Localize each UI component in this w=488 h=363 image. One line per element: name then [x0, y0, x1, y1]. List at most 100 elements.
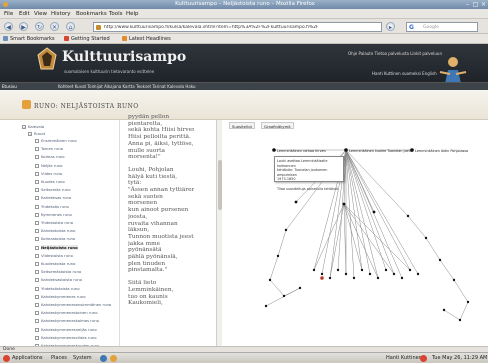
checkbox-icon[interactable] [35, 196, 39, 201]
checkbox-icon[interactable] [35, 204, 39, 209]
search-input[interactable]: G Google [406, 22, 478, 32]
graph-node[interactable] [368, 272, 372, 276]
expand-icon[interactable]: − [22, 125, 26, 129]
checkbox-icon[interactable] [35, 147, 39, 152]
graph-node[interactable] [442, 308, 446, 312]
tree-item[interactable]: Kahdeskymmenesneljäs runo [35, 327, 97, 334]
tab-graafinakyma[interactable]: Graafinäkymä [261, 122, 294, 129]
graph-node[interactable] [276, 254, 280, 258]
kulttuurisampo-logo-icon[interactable] [36, 47, 58, 71]
menu-edit[interactable]: Edit [19, 11, 30, 17]
checkbox-icon[interactable] [35, 155, 39, 160]
graph-node[interactable] [392, 272, 396, 276]
checkbox-icon[interactable] [35, 253, 39, 258]
tree-item[interactable]: Kuudestoista runo [35, 261, 75, 268]
checkbox-icon[interactable] [35, 286, 39, 291]
graph-node[interactable] [372, 210, 376, 214]
maximize-icon[interactable]: □ [472, 1, 479, 8]
forward-icon[interactable]: ▶ [19, 22, 28, 31]
graph-node[interactable] [282, 294, 286, 298]
graph-canvas[interactable]: Lemminkäinen rohtaa hirven Lemminkäinen k… [226, 120, 488, 346]
tree-item[interactable]: Kahdeskymmenes runo [35, 294, 86, 301]
tree-item[interactable]: Kahdeksas runo [35, 195, 71, 202]
menu-bookmarks[interactable]: Bookmarks [76, 11, 107, 17]
graph-node[interactable] [466, 300, 470, 304]
close-icon[interactable]: × [480, 1, 487, 8]
checkbox-icon[interactable] [35, 180, 39, 184]
taskbar-clock[interactable]: Tue May 26, 11:29 AM [432, 355, 487, 361]
bookmark-latest-headlines[interactable]: Latest Headlines [129, 36, 171, 42]
graph-node[interactable] [424, 236, 428, 240]
minimize-icon[interactable]: – [464, 1, 471, 8]
tree-item[interactable]: Kahdeskymmenesensimmäinen runo [35, 302, 111, 309]
bookmark-getting-started[interactable]: Getting Started [71, 36, 110, 42]
graph-node[interactable] [458, 318, 462, 322]
menu-view[interactable]: View [34, 11, 47, 17]
tree-item[interactable]: Kahdeskymmenesviides runo [35, 335, 97, 342]
checkbox-icon[interactable] [35, 270, 39, 275]
graph-node[interactable] [328, 276, 332, 280]
checkbox-icon[interactable] [35, 212, 39, 217]
tree-item[interactable]: Ensimmäinen runo [35, 138, 77, 145]
tree-item[interactable]: Kahdeksastoista runo [35, 277, 82, 284]
graph-node[interactable] [344, 272, 348, 276]
tree-item[interactable]: Yhdeksästoista runo [35, 286, 80, 293]
tree-root[interactable]: − Kalevala [22, 124, 44, 131]
checkbox-icon[interactable] [35, 294, 39, 299]
graph-node[interactable] [312, 268, 316, 272]
help-launcher-icon[interactable] [110, 355, 117, 362]
site-logo[interactable]: Kulttuurisampo [62, 49, 186, 65]
checkbox-icon[interactable] [35, 303, 39, 307]
menu-help[interactable]: Help [126, 11, 139, 17]
tree-item[interactable]: Kahdestoista runo [35, 228, 75, 235]
graph-node[interactable] [360, 268, 364, 272]
poem-scrollbar[interactable] [216, 120, 222, 346]
checkbox-icon[interactable] [35, 139, 39, 143]
nav-frontpage[interactable]: Etusivu [2, 84, 17, 89]
graph-node[interactable] [416, 272, 420, 276]
tree-item[interactable]: Kymmenes runo [35, 212, 72, 219]
graph-node[interactable] [408, 268, 412, 272]
graph-node[interactable] [376, 276, 380, 280]
graph-node[interactable] [452, 278, 456, 282]
back-icon[interactable]: ◀ [4, 22, 13, 31]
tree-item[interactable]: Viidestoista runo [35, 253, 73, 260]
bookmark-smart[interactable]: Smart Bookmarks [10, 36, 55, 42]
graph-node[interactable] [352, 276, 356, 280]
graph-node[interactable] [298, 286, 302, 290]
go-icon[interactable]: ▸ [386, 22, 395, 31]
checkbox-icon[interactable] [35, 221, 39, 225]
tree-item[interactable]: Neljästoista runo [35, 244, 78, 252]
graph-node[interactable] [320, 272, 324, 276]
graph-node[interactable] [284, 228, 288, 232]
checkbox-icon[interactable] [35, 327, 39, 332]
url-bar[interactable]: http://www.kulttuurisampo.fi/kulsa/kalev… [93, 22, 382, 32]
network-icon[interactable] [420, 355, 427, 362]
header-links[interactable]: Ohje Palaute Tietoa palvelusta Linkit pa… [348, 51, 442, 56]
menu-tools[interactable]: Tools [109, 11, 123, 17]
graph-node[interactable] [264, 304, 268, 308]
checkbox-icon[interactable] [35, 311, 39, 316]
graph-node[interactable] [342, 202, 346, 206]
taskbar-places[interactable]: Places [51, 355, 67, 361]
checkbox-icon[interactable] [35, 229, 39, 234]
checkbox-icon[interactable] [35, 262, 39, 266]
graph-hub-node[interactable] [344, 148, 348, 152]
taskbar-system[interactable]: System [73, 355, 92, 361]
tree-item[interactable]: Kolmas runo [35, 154, 65, 161]
graph-hub-node[interactable] [272, 148, 276, 152]
graph-selected-node[interactable] [320, 276, 324, 280]
reload-icon[interactable]: ↻ [35, 22, 44, 31]
graph-node[interactable] [336, 268, 340, 272]
graph-node[interactable] [294, 200, 298, 204]
tree-item[interactable]: Kahdeskymmeneskolmas runo [35, 318, 99, 325]
checkbox-icon[interactable] [35, 335, 39, 340]
tree-item[interactable]: Kahdeskymmenestoinen runo [35, 310, 98, 317]
tree-item[interactable]: Kolmastoista runo [35, 236, 75, 243]
menu-history[interactable]: History [51, 11, 71, 17]
tree-item[interactable]: Neljäs runo [35, 163, 63, 170]
tree-item[interactable]: Viides runo [35, 171, 62, 178]
menu-file[interactable]: File [4, 11, 13, 17]
scrollbar-thumb[interactable] [218, 160, 222, 210]
graph-node[interactable] [384, 268, 388, 272]
